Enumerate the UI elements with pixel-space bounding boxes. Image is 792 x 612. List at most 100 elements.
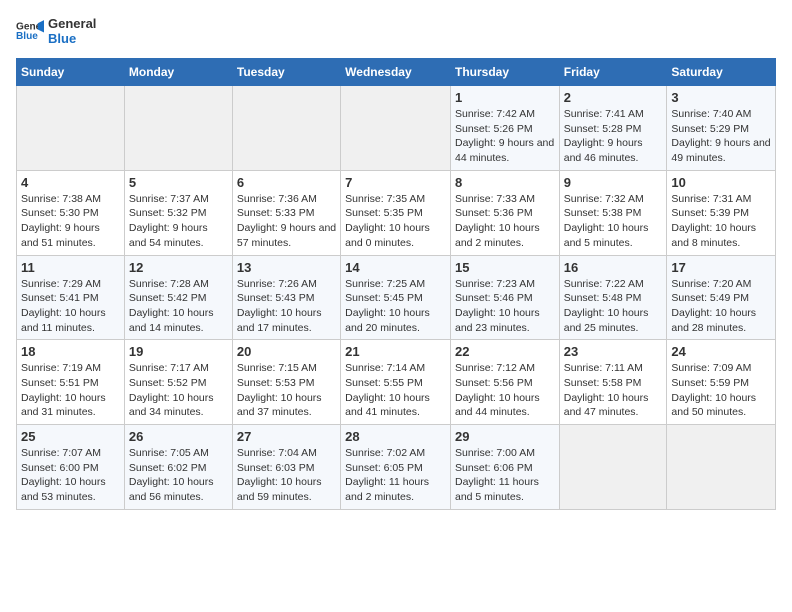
calendar-cell: 17 Sunrise: 7:20 AMSunset: 5:49 PMDayligh… [667,255,776,340]
day-info: Sunrise: 7:38 AMSunset: 5:30 PMDaylight:… [21,192,120,251]
calendar-cell: 23 Sunrise: 7:11 AMSunset: 5:58 PMDayligh… [559,340,667,425]
day-info: Sunrise: 7:11 AMSunset: 5:58 PMDaylight:… [564,361,663,420]
day-number: 23 [564,344,663,359]
calendar-cell: 4Sunrise: 7:38 AMSunset: 5:30 PMDaylight… [17,170,125,255]
calendar-cell: 29 Sunrise: 7:00 AMSunset: 6:06 PMDayligh… [450,425,559,510]
day-number: 18 [21,344,120,359]
day-number: 26 [129,429,228,444]
weekday-header-wednesday: Wednesday [341,59,451,86]
calendar-cell: 25 Sunrise: 7:07 AMSunset: 6:00 PMDayligh… [17,425,125,510]
calendar-cell [341,86,451,171]
calendar-week-row: 11 Sunrise: 7:29 AMSunset: 5:41 PMDayligh… [17,255,776,340]
day-info: Sunrise: 7:37 AMSunset: 5:32 PMDaylight:… [129,192,228,251]
day-info: Sunrise: 7:02 AMSunset: 6:05 PMDaylight:… [345,446,446,505]
day-number: 10 [671,175,771,190]
weekday-header-saturday: Saturday [667,59,776,86]
weekday-header-friday: Friday [559,59,667,86]
day-info: Sunrise: 7:04 AMSunset: 6:03 PMDaylight:… [237,446,336,505]
calendar-cell: 19Sunrise: 7:17 AMSunset: 5:52 PMDayligh… [124,340,232,425]
day-info: Sunrise: 7:36 AMSunset: 5:33 PMDaylight:… [237,192,336,251]
weekday-header-thursday: Thursday [450,59,559,86]
day-info: Sunrise: 7:00 AMSunset: 6:06 PMDaylight:… [455,446,555,505]
calendar-cell [559,425,667,510]
calendar-cell: 27 Sunrise: 7:04 AMSunset: 6:03 PMDayligh… [232,425,340,510]
calendar-cell: 13 Sunrise: 7:26 AMSunset: 5:43 PMDayligh… [232,255,340,340]
calendar-cell: 6 Sunrise: 7:36 AMSunset: 5:33 PMDaylight… [232,170,340,255]
calendar-cell: 2 Sunrise: 7:41 AMSunset: 5:28 PMDaylight… [559,86,667,171]
calendar-cell: 16Sunrise: 7:22 AMSunset: 5:48 PMDayligh… [559,255,667,340]
day-number: 29 [455,429,555,444]
day-info: Sunrise: 7:20 AMSunset: 5:49 PMDaylight:… [671,277,771,336]
calendar-week-row: 4Sunrise: 7:38 AMSunset: 5:30 PMDaylight… [17,170,776,255]
calendar-cell [124,86,232,171]
day-number: 27 [237,429,336,444]
calendar-week-row: 1 Sunrise: 7:42 AMSunset: 5:26 PMDaylight… [17,86,776,171]
calendar-table: SundayMondayTuesdayWednesdayThursdayFrid… [16,58,776,510]
day-number: 3 [671,90,771,105]
weekday-header-monday: Monday [124,59,232,86]
day-info: Sunrise: 7:14 AMSunset: 5:55 PMDaylight:… [345,361,446,420]
calendar-week-row: 18 Sunrise: 7:19 AMSunset: 5:51 PMDayligh… [17,340,776,425]
calendar-cell: 11 Sunrise: 7:29 AMSunset: 5:41 PMDayligh… [17,255,125,340]
day-number: 9 [564,175,663,190]
day-number: 2 [564,90,663,105]
day-info: Sunrise: 7:09 AMSunset: 5:59 PMDaylight:… [671,361,771,420]
calendar-week-row: 25 Sunrise: 7:07 AMSunset: 6:00 PMDayligh… [17,425,776,510]
calendar-cell: 15 Sunrise: 7:23 AMSunset: 5:46 PMDayligh… [450,255,559,340]
day-number: 6 [237,175,336,190]
day-info: Sunrise: 7:19 AMSunset: 5:51 PMDaylight:… [21,361,120,420]
calendar-cell: 26 Sunrise: 7:05 AMSunset: 6:02 PMDayligh… [124,425,232,510]
calendar-cell: 22 Sunrise: 7:12 AMSunset: 5:56 PMDayligh… [450,340,559,425]
day-info: Sunrise: 7:15 AMSunset: 5:53 PMDaylight:… [237,361,336,420]
calendar-cell: 3 Sunrise: 7:40 AMSunset: 5:29 PMDaylight… [667,86,776,171]
day-number: 25 [21,429,120,444]
day-number: 17 [671,260,771,275]
logo-icon: General Blue [16,17,44,45]
day-number: 22 [455,344,555,359]
calendar-cell: 21 Sunrise: 7:14 AMSunset: 5:55 PMDayligh… [341,340,451,425]
day-info: Sunrise: 7:33 AMSunset: 5:36 PMDaylight:… [455,192,555,251]
day-number: 14 [345,260,446,275]
day-number: 11 [21,260,120,275]
day-info: Sunrise: 7:28 AMSunset: 5:42 PMDaylight:… [129,277,228,336]
day-number: 21 [345,344,446,359]
logo-text-general: General [48,16,96,31]
day-number: 20 [237,344,336,359]
svg-text:Blue: Blue [16,31,38,42]
day-number: 15 [455,260,555,275]
day-info: Sunrise: 7:17 AMSunset: 5:52 PMDaylight:… [129,361,228,420]
calendar-cell [667,425,776,510]
day-info: Sunrise: 7:42 AMSunset: 5:26 PMDaylight:… [455,107,555,166]
day-info: Sunrise: 7:31 AMSunset: 5:39 PMDaylight:… [671,192,771,251]
day-number: 24 [671,344,771,359]
calendar-cell [17,86,125,171]
calendar-cell: 1 Sunrise: 7:42 AMSunset: 5:26 PMDaylight… [450,86,559,171]
day-info: Sunrise: 7:41 AMSunset: 5:28 PMDaylight:… [564,107,663,166]
weekday-header-tuesday: Tuesday [232,59,340,86]
day-info: Sunrise: 7:22 AMSunset: 5:48 PMDaylight:… [564,277,663,336]
logo-text-blue: Blue [48,31,96,46]
day-number: 1 [455,90,555,105]
day-info: Sunrise: 7:12 AMSunset: 5:56 PMDaylight:… [455,361,555,420]
day-info: Sunrise: 7:23 AMSunset: 5:46 PMDaylight:… [455,277,555,336]
day-info: Sunrise: 7:07 AMSunset: 6:00 PMDaylight:… [21,446,120,505]
day-info: Sunrise: 7:26 AMSunset: 5:43 PMDaylight:… [237,277,336,336]
day-info: Sunrise: 7:25 AMSunset: 5:45 PMDaylight:… [345,277,446,336]
calendar-cell: 7Sunrise: 7:35 AMSunset: 5:35 PMDaylight… [341,170,451,255]
day-number: 12 [129,260,228,275]
day-info: Sunrise: 7:35 AMSunset: 5:35 PMDaylight:… [345,192,446,251]
day-info: Sunrise: 7:29 AMSunset: 5:41 PMDaylight:… [21,277,120,336]
day-number: 5 [129,175,228,190]
day-info: Sunrise: 7:40 AMSunset: 5:29 PMDaylight:… [671,107,771,166]
weekday-header-row: SundayMondayTuesdayWednesdayThursdayFrid… [17,59,776,86]
day-info: Sunrise: 7:32 AMSunset: 5:38 PMDaylight:… [564,192,663,251]
calendar-cell: 28 Sunrise: 7:02 AMSunset: 6:05 PMDayligh… [341,425,451,510]
calendar-cell [232,86,340,171]
day-info: Sunrise: 7:05 AMSunset: 6:02 PMDaylight:… [129,446,228,505]
weekday-header-sunday: Sunday [17,59,125,86]
calendar-cell: 14 Sunrise: 7:25 AMSunset: 5:45 PMDayligh… [341,255,451,340]
day-number: 28 [345,429,446,444]
calendar-cell: 18 Sunrise: 7:19 AMSunset: 5:51 PMDayligh… [17,340,125,425]
day-number: 13 [237,260,336,275]
calendar-cell: 20 Sunrise: 7:15 AMSunset: 5:53 PMDayligh… [232,340,340,425]
